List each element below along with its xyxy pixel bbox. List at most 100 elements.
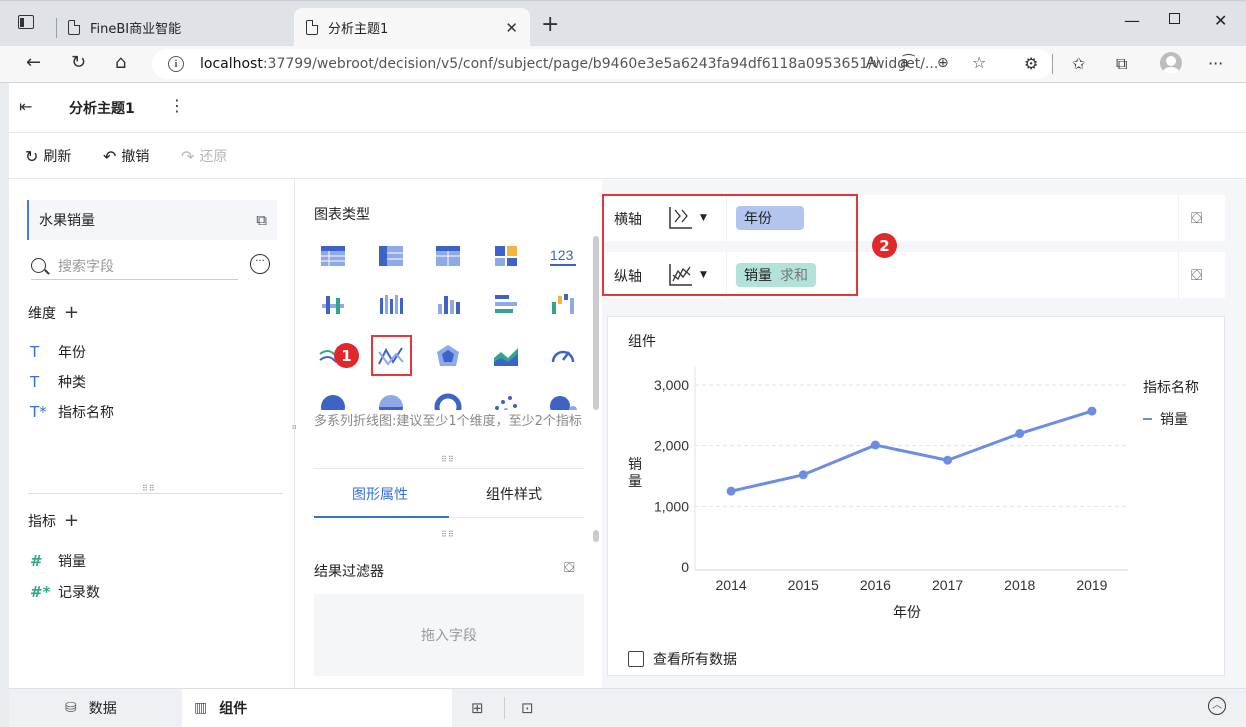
donut-chart-icon[interactable]	[433, 392, 463, 410]
number-card-icon[interactable]: 123	[548, 242, 578, 270]
switch-dataset-icon[interactable]: ⧉	[256, 211, 267, 229]
filter-settings-icon[interactable]: ⛋	[564, 560, 575, 576]
maximize-icon[interactable]	[1169, 13, 1180, 24]
tab-graphic-properties[interactable]: 图形属性	[352, 484, 408, 504]
chart-type-hint: 多系列折线图:建议至少1个维度，至少2个指标	[314, 414, 582, 429]
field-item[interactable]: T 年份	[30, 342, 86, 362]
radar-chart-icon[interactable]	[433, 342, 463, 370]
collections-icon[interactable]: ⧉	[1116, 54, 1127, 74]
app-header: ⇤ 分析主题1 ⋮	[9, 83, 1246, 133]
dataset-selector[interactable]: 水果销量 ⧉	[27, 200, 277, 240]
range-area-icon[interactable]	[491, 342, 521, 370]
properties-scrollbar[interactable]	[593, 530, 599, 542]
search-field-input[interactable]: 搜索字段	[31, 252, 238, 280]
divider	[28, 493, 283, 494]
resize-handle[interactable]: ⠿⠿	[142, 484, 156, 493]
exit-icon[interactable]: ⇤	[19, 97, 32, 116]
column-chart-icon[interactable]	[433, 290, 463, 318]
tab-widget-style[interactable]: 组件样式	[486, 484, 542, 504]
chart-type-scrollbar[interactable]	[593, 236, 599, 410]
new-tab-button[interactable]: +	[541, 12, 559, 37]
address-bar[interactable]: i localhost:37799/webroot/decision/v5/co…	[152, 49, 1052, 79]
chart-type-row-partial	[296, 388, 596, 410]
favorites-icon[interactable]: ✩	[1072, 54, 1085, 73]
data-point	[726, 486, 736, 496]
browser-tab-strip: FineBI商业智能 分析主题1 ✕ + — ✕	[0, 0, 1246, 47]
browser-tab-subject[interactable]: 分析主题1 ✕	[294, 8, 530, 47]
show-all-data-checkbox[interactable]: 查看所有数据	[628, 649, 737, 669]
add-dimension-icon[interactable]: +	[64, 302, 79, 323]
kpi-card-icon[interactable]	[491, 242, 521, 270]
filter-drop-zone[interactable]: 拖入字段	[314, 594, 584, 676]
browser-tab-finebi[interactable]: FineBI商业智能	[56, 8, 288, 47]
dimension-header-label: 维度	[28, 306, 56, 322]
rose-chart-icon[interactable]	[376, 392, 406, 410]
bubble-chart-icon[interactable]	[548, 392, 578, 410]
dataset-name: 水果销量	[39, 213, 95, 229]
resize-handle[interactable]: ⠿⠿	[441, 455, 455, 464]
data-point	[943, 455, 953, 465]
legend-item[interactable]: 销量	[1143, 409, 1199, 429]
scatter-chart-icon[interactable]	[491, 392, 521, 410]
stacked-column-icon[interactable]	[318, 290, 348, 318]
gauge-chart-icon[interactable]	[548, 342, 578, 370]
field-item[interactable]: # 销量	[30, 551, 86, 571]
group-table-icon[interactable]	[376, 242, 406, 270]
divider	[504, 697, 505, 719]
area-scrollbar[interactable]	[1232, 340, 1238, 580]
reload-icon[interactable]: ↻	[71, 52, 86, 73]
add-widget-icon[interactable]: ⊞	[471, 699, 484, 717]
minimize-icon[interactable]: —	[1124, 11, 1140, 30]
bar-chart-icon[interactable]	[491, 290, 521, 318]
read-aloud-icon[interactable]: A⁾	[866, 55, 879, 71]
axis-settings-icon[interactable]: ⛋	[1191, 266, 1202, 284]
field-name: 年份	[58, 345, 86, 361]
line-chart[interactable]: 0 1,000 2,000 3,000 2014 2015 2016 2017 2018 2019	[608, 317, 1226, 637]
chart-widget[interactable]: 组件 0 1,000 2,000 3,000 2014 2015 2016 2017 2018 2…	[607, 316, 1225, 676]
redo-button[interactable]: ↷ 还原	[181, 146, 227, 166]
undo-icon: ↶	[103, 146, 117, 166]
close-window-icon[interactable]: ✕	[1214, 11, 1227, 30]
pie-chart-icon[interactable]	[318, 392, 348, 410]
zoom-icon[interactable]: ⊕	[937, 55, 949, 71]
back-arrow-icon[interactable]: ←	[26, 52, 41, 73]
add-dashboard-icon[interactable]: ⊡	[521, 699, 534, 717]
chart-legend: 指标名称 销量	[1143, 377, 1199, 429]
text-type-icon: T	[30, 343, 40, 361]
vertical-more-icon[interactable]: ⋮	[169, 96, 185, 115]
site-info-icon[interactable]: i	[168, 56, 184, 72]
refresh-icon: ↻	[25, 146, 39, 166]
profile-avatar[interactable]	[1160, 52, 1182, 74]
translate-icon[interactable]: a͡	[900, 55, 909, 71]
grouped-column-icon[interactable]	[376, 290, 406, 318]
chart-type-panel: 图表类型 123 1 多系列折线图:建议至少1个维度，至少2个指标 ⠿⠿ 图形属…	[296, 180, 602, 688]
url-host: localhost	[200, 56, 263, 72]
waterfall-chart-icon[interactable]	[548, 290, 578, 318]
collapse-up-icon[interactable]: ︿	[1208, 697, 1226, 715]
close-tab-icon[interactable]: ✕	[505, 19, 518, 37]
favorite-star-icon[interactable]: ☆	[972, 53, 986, 72]
table-chart-icon[interactable]	[318, 242, 348, 270]
axis-settings-icon[interactable]: ⛋	[1191, 209, 1202, 227]
field-item[interactable]: #* 记录数	[30, 582, 100, 602]
tab-data[interactable]: ⛁ 数据	[65, 689, 117, 727]
resize-handle[interactable]: ⠿⠿	[441, 530, 455, 539]
field-item[interactable]: T 种类	[30, 372, 86, 392]
more-options-icon[interactable]: ···	[250, 254, 270, 274]
field-item[interactable]: T* 指标名称	[30, 402, 114, 422]
tab-widget[interactable]: ▥ 组件	[182, 689, 452, 727]
calculated-number-type-icon: #*	[30, 583, 51, 601]
undo-button[interactable]: ↶ 撤销	[103, 146, 149, 166]
analysis-area: 横轴 ▼ 年份 ⛋ 纵轴 ▼ 销量 求和 ⛋ 2 组件 0 1,000 2,000 3…	[602, 180, 1246, 688]
home-icon[interactable]: ⌂	[115, 52, 126, 73]
add-measure-icon[interactable]: +	[64, 510, 79, 531]
legend-swatch	[1143, 418, 1152, 420]
property-tabs: 图形属性 组件样式	[314, 468, 584, 518]
more-options-icon[interactable]: ···	[1208, 54, 1223, 73]
x-tick-label: 2019	[1076, 577, 1107, 593]
x-tick-label: 2015	[788, 577, 819, 593]
refresh-button[interactable]: ↻ 刷新	[25, 146, 71, 166]
extensions-icon[interactable]: ⚙	[1024, 54, 1038, 73]
checkbox-box[interactable]	[628, 651, 644, 667]
cross-table-icon[interactable]	[433, 242, 463, 270]
